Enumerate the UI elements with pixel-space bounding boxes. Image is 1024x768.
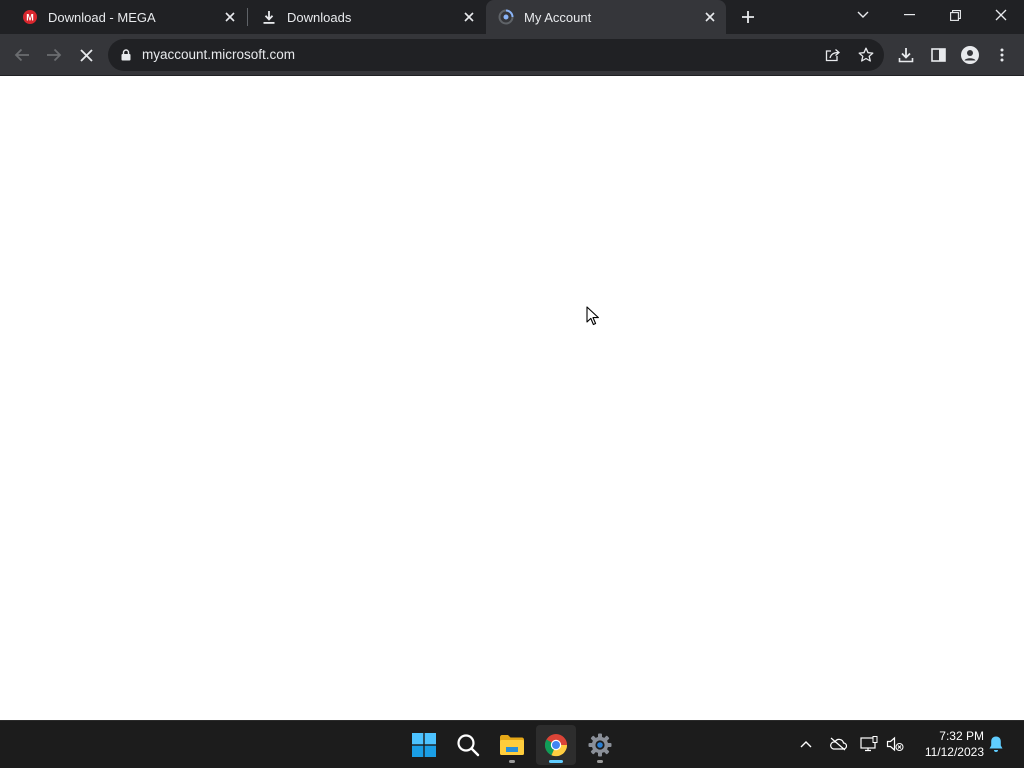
running-indicator: [549, 760, 563, 763]
settings-icon[interactable]: [580, 725, 620, 765]
clock-date: 11/12/2023: [924, 745, 984, 759]
running-indicator: [597, 760, 603, 763]
tab-title: Downloads: [287, 9, 352, 25]
downloads-icon[interactable]: [894, 43, 918, 67]
show-hidden-icons-chevron-icon[interactable]: [795, 733, 817, 755]
page-content: [0, 77, 1024, 720]
mouse-cursor-icon: [586, 306, 599, 326]
address-bar[interactable]: myaccount.microsoft.com: [108, 39, 884, 71]
clock-time: 7:32 PM: [939, 729, 984, 743]
tab-downloads[interactable]: Downloads: [249, 0, 485, 34]
tab-strip: M Download - MEGA Downloads My Account: [0, 0, 1024, 34]
tab-title: My Account: [524, 9, 592, 25]
side-panel-icon[interactable]: [926, 43, 950, 67]
running-indicator: [509, 760, 515, 763]
taskbar: 7:32 PM 11/12/2023: [0, 720, 1024, 768]
menu-kebab-icon[interactable]: [990, 43, 1014, 67]
chrome-icon[interactable]: [536, 725, 576, 765]
system-clock[interactable]: 7:32 PM 11/12/2023: [914, 728, 984, 760]
volume-muted-icon[interactable]: [884, 733, 906, 755]
close-tab-icon[interactable]: [222, 9, 238, 25]
notification-bell-icon[interactable]: [985, 733, 1007, 755]
start-icon[interactable]: [404, 725, 444, 765]
tab-mega[interactable]: M Download - MEGA: [10, 0, 246, 34]
tab-search-icon[interactable]: [840, 0, 886, 30]
forward-icon[interactable]: [42, 43, 66, 67]
close-window-icon[interactable]: [978, 0, 1024, 30]
new-tab-button[interactable]: [736, 5, 760, 29]
mega-icon: M: [22, 9, 38, 25]
svg-text:M: M: [26, 13, 34, 23]
tab-title: Download - MEGA: [48, 9, 156, 25]
browser-toolbar: myaccount.microsoft.com: [0, 34, 1024, 76]
stop-loading-icon[interactable]: [74, 43, 98, 67]
tab-my-account[interactable]: My Account: [486, 0, 726, 34]
profile-avatar-icon[interactable]: [958, 43, 982, 67]
back-icon[interactable]: [10, 43, 34, 67]
url-text[interactable]: myaccount.microsoft.com: [142, 47, 295, 62]
tab-divider: [247, 8, 248, 26]
search-icon[interactable]: [448, 725, 488, 765]
minimize-icon[interactable]: [886, 0, 932, 30]
bookmark-star-icon[interactable]: [856, 45, 876, 65]
loading-globe-icon: [498, 9, 514, 25]
network-display-icon[interactable]: [858, 733, 880, 755]
download-icon: [261, 9, 277, 25]
file-explorer-icon[interactable]: [492, 725, 532, 765]
onedrive-offline-icon[interactable]: [827, 733, 849, 755]
lock-icon[interactable]: [118, 47, 134, 63]
close-tab-icon[interactable]: [461, 9, 477, 25]
close-tab-icon[interactable]: [702, 9, 718, 25]
share-icon[interactable]: [823, 45, 843, 65]
restore-icon[interactable]: [932, 0, 978, 30]
